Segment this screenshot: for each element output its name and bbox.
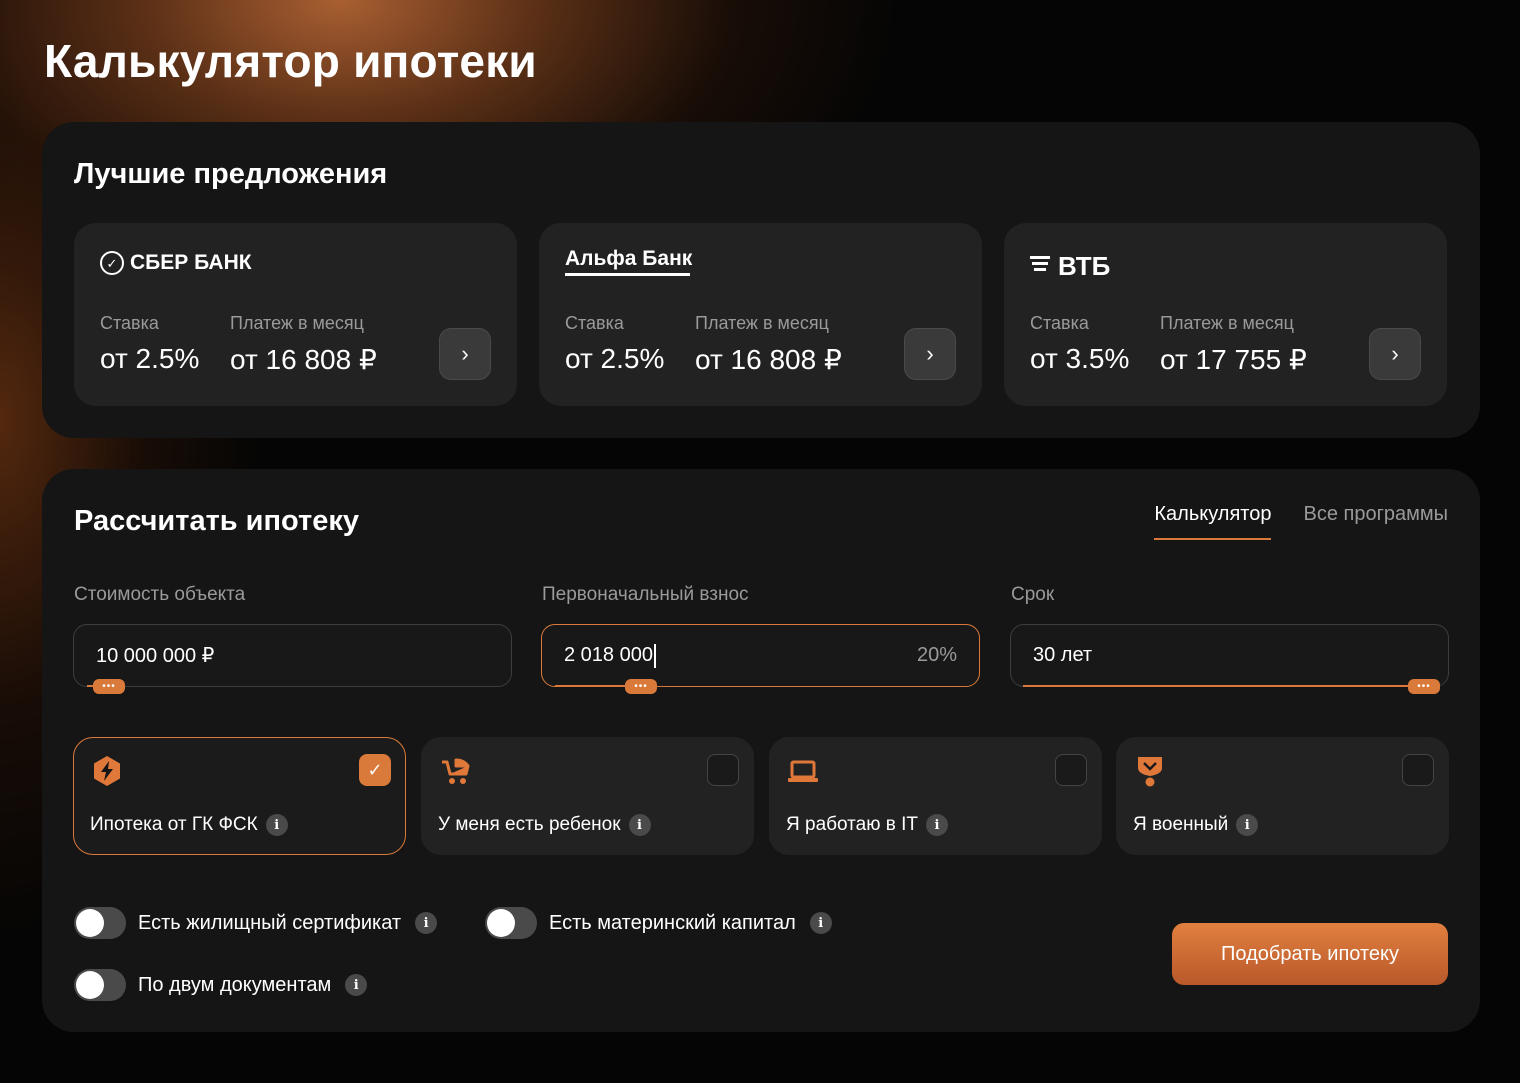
down-payment-slider-handle[interactable]: ••• xyxy=(625,679,657,694)
program-card-it[interactable]: Я работаю в IT i xyxy=(769,737,1102,855)
info-icon[interactable]: i xyxy=(628,814,651,836)
military-badge-icon xyxy=(1138,757,1162,787)
offer-arrow-button[interactable]: › xyxy=(439,328,491,380)
calculator-title: Рассчитать ипотеку xyxy=(74,505,359,537)
offer-card-vtb[interactable]: ВТБ Ставка Платеж в месяц от 3.5% от 17 … xyxy=(1004,223,1447,406)
term-input[interactable]: 30 лет xyxy=(1010,624,1449,687)
payment-value: от 16 808 ₽ xyxy=(695,344,842,375)
sber-logo: ✓ СБЕР БАНК xyxy=(100,251,252,275)
info-icon[interactable]: i xyxy=(1236,814,1259,836)
housing-certificate-switch[interactable] xyxy=(74,907,126,939)
program-checkbox[interactable] xyxy=(1055,754,1087,786)
offer-arrow-button[interactable]: › xyxy=(1369,328,1421,380)
rate-label: Ставка xyxy=(565,313,624,333)
property-cost-label: Стоимость объекта xyxy=(74,584,246,605)
term-slider-track[interactable] xyxy=(1023,685,1424,687)
property-cost-input[interactable]: 10 000 000 ₽ xyxy=(73,624,512,687)
offer-card-sber[interactable]: ✓ СБЕР БАНК Ставка Платеж в месяц от 2.5… xyxy=(74,223,517,406)
program-label-text: У меня есть ребенок xyxy=(438,814,621,835)
program-checkbox[interactable]: ✓ xyxy=(359,754,391,786)
term-value: 30 лет xyxy=(1033,644,1093,666)
program-label-text: Я работаю в IT xyxy=(786,814,919,835)
best-offers-panel: Лучшие предложения ✓ СБЕР БАНК Ставка Пл… xyxy=(42,122,1480,438)
calculator-tabs: Калькулятор Все программы xyxy=(1154,503,1448,540)
maternity-capital-label: Есть материнский капитал xyxy=(549,911,796,934)
property-cost-value: 10 000 000 ₽ xyxy=(96,645,215,667)
find-mortgage-button[interactable]: Подобрать ипотеку xyxy=(1172,923,1448,985)
info-icon[interactable]: i xyxy=(415,912,438,934)
switch-knob xyxy=(76,971,104,999)
chevron-right-icon: › xyxy=(1391,341,1399,366)
two-documents-label: По двум документам xyxy=(138,973,332,996)
down-payment-input[interactable]: 2 018 000 20% xyxy=(541,624,980,687)
program-checkbox[interactable] xyxy=(707,754,739,786)
program-label: Я военный i xyxy=(1133,814,1259,836)
payment-value: от 16 808 ₽ xyxy=(230,344,377,375)
program-card-fsk[interactable]: ✓ Ипотека от ГК ФСК i xyxy=(73,737,406,855)
sber-check-icon: ✓ xyxy=(100,251,124,275)
info-icon[interactable]: i xyxy=(265,814,288,836)
rate-value: от 3.5% xyxy=(1030,343,1130,374)
payment-value: от 17 755 ₽ xyxy=(1160,344,1307,375)
bank-name: Альфа Банк xyxy=(565,247,693,276)
chevron-right-icon: › xyxy=(461,341,469,366)
info-icon[interactable]: i xyxy=(345,974,368,996)
alfa-logo: Альфа Банк xyxy=(565,247,693,276)
rate-value: от 2.5% xyxy=(565,343,665,374)
laptop-icon xyxy=(788,760,818,782)
down-payment-label: Первоначальный взнос xyxy=(542,584,749,605)
down-payment-percent: 20% xyxy=(916,644,957,666)
checkmark-icon: ✓ xyxy=(367,759,383,780)
term-label: Срок xyxy=(1011,584,1055,605)
bank-name: ВТБ xyxy=(1058,251,1111,281)
toggle-housing-certificate: Есть жилищный сертификат i xyxy=(74,907,438,939)
switch-knob xyxy=(76,909,104,937)
tab-calculator[interactable]: Калькулятор xyxy=(1154,503,1272,540)
program-label: Я работаю в IT i xyxy=(786,814,949,836)
offer-card-alfa[interactable]: Альфа Банк Ставка Платеж в месяц от 2.5%… xyxy=(539,223,982,406)
page-title: Калькулятор ипотеки xyxy=(44,35,537,87)
down-payment-value: 2 018 000 xyxy=(564,644,653,666)
info-icon[interactable]: i xyxy=(809,912,832,934)
payment-label: Платеж в месяц xyxy=(230,313,364,333)
vtb-logo: ВТБ xyxy=(1030,251,1110,282)
program-label: Ипотека от ГК ФСК i xyxy=(90,814,288,836)
program-card-military[interactable]: Я военный i xyxy=(1116,737,1449,855)
rate-value: от 2.5% xyxy=(100,343,200,374)
switch-knob xyxy=(487,909,515,937)
program-label-text: Ипотека от ГК ФСК xyxy=(90,814,258,835)
text-caret xyxy=(653,643,656,668)
rate-label: Ставка xyxy=(1030,313,1089,333)
two-documents-switch[interactable] xyxy=(74,969,126,1001)
fsk-logo-icon xyxy=(94,756,120,786)
payment-label: Платеж в месяц xyxy=(695,313,829,333)
rate-label: Ставка xyxy=(100,313,159,333)
term-slider-handle[interactable]: ••• xyxy=(1408,679,1440,694)
program-label-text: Я военный xyxy=(1133,814,1229,835)
tab-all-programs[interactable]: Все программы xyxy=(1303,503,1448,540)
bank-name: СБЕР БАНК xyxy=(130,251,252,274)
maternity-capital-switch[interactable] xyxy=(485,907,537,939)
program-card-child[interactable]: У меня есть ребенок i xyxy=(421,737,754,855)
offer-arrow-button[interactable]: › xyxy=(904,328,956,380)
program-checkbox[interactable] xyxy=(1402,754,1434,786)
toggle-maternity-capital: Есть материнский капитал i xyxy=(485,907,832,939)
mortgage-calculator-panel: Рассчитать ипотеку Калькулятор Все прогр… xyxy=(42,469,1480,1032)
payment-label: Платеж в месяц xyxy=(1160,313,1294,333)
toggle-two-documents: По двум документам i xyxy=(74,969,368,1001)
best-offers-title: Лучшие предложения xyxy=(74,158,388,190)
chevron-right-icon: › xyxy=(926,341,934,366)
vtb-lines-icon xyxy=(1030,256,1050,271)
info-icon[interactable]: i xyxy=(926,814,949,836)
property-cost-slider-handle[interactable]: ••• xyxy=(93,679,125,694)
program-label: У меня есть ребенок i xyxy=(438,814,651,836)
housing-certificate-label: Есть жилищный сертификат xyxy=(138,911,402,934)
stroller-icon xyxy=(442,758,470,784)
